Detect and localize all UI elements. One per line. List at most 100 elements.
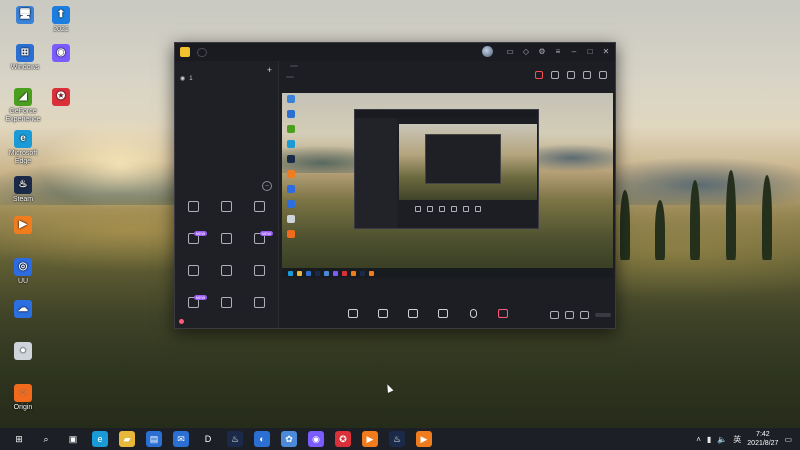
scene-item[interactable]: ◉ 1	[175, 67, 278, 83]
eye-icon[interactable]: ◉	[180, 75, 185, 82]
message-icon[interactable]: ▭	[505, 47, 515, 57]
left-panel: + ◉ 1 – NEW NEW NEW	[175, 61, 279, 328]
scene-label: 1	[189, 75, 193, 82]
edge-icon: e	[14, 130, 32, 148]
tools-grid: NEW NEW NEW	[177, 201, 277, 321]
desktop-icon-update[interactable]: ⬆ 2021	[38, 6, 84, 34]
app-logo	[180, 47, 193, 57]
tool-item[interactable]	[243, 297, 276, 321]
logo-icon	[180, 47, 190, 57]
tool-item[interactable]	[243, 201, 276, 225]
version-badge[interactable]	[197, 47, 207, 57]
tool-item[interactable]	[177, 265, 210, 289]
edit-title-button[interactable]	[290, 65, 298, 67]
app-icon-1[interactable]: ✿	[281, 431, 297, 447]
title-bar[interactable]: ▭ ◇ ⚙ ≡ – □ ✕	[175, 43, 615, 61]
clock[interactable]: 7:42 2021/8/27	[747, 430, 778, 448]
share-icon[interactable]	[599, 71, 607, 79]
stream-subinfo	[286, 76, 310, 78]
notice-icon	[179, 319, 184, 324]
desktop-icon-live-assistant[interactable]: ▶	[0, 216, 46, 236]
nested-preview-window	[354, 109, 539, 229]
clock-time: 7:42	[756, 431, 770, 438]
origin-icon: ◌	[14, 384, 32, 402]
stream-preview[interactable]	[282, 93, 613, 278]
desktop-icon-netease[interactable]: ✪	[38, 88, 84, 108]
live-assistant-window: ▭ ◇ ⚙ ≡ – □ ✕ + ◉ 1 – NEW NEW NEW	[174, 42, 616, 329]
file-explorer-icon[interactable]: ▰	[119, 431, 135, 447]
language-indicator[interactable]: 英	[733, 434, 741, 445]
tool-item[interactable]	[210, 201, 243, 225]
search-icon[interactable]: ⌕	[38, 431, 54, 447]
tool-item[interactable]: NEW	[177, 295, 210, 321]
tool-icon	[221, 297, 232, 308]
layout-icon[interactable]	[567, 71, 575, 79]
app-icon-2[interactable]: ◉	[308, 431, 324, 447]
netease-music-icon: ✪	[52, 88, 70, 106]
avatar[interactable]	[482, 46, 493, 57]
store-icon[interactable]: ▤	[146, 431, 162, 447]
lock-icon[interactable]	[551, 71, 559, 79]
network-icon[interactable]: ▮	[707, 435, 711, 444]
tool-icon	[221, 265, 232, 276]
desktop-icon-edge[interactable]: e Microsoft Edge	[0, 130, 46, 166]
clock-date: 2021/8/27	[747, 440, 779, 447]
tool-item[interactable]	[243, 265, 276, 289]
desktop-icon-app[interactable]: ◉	[38, 44, 84, 64]
desktop-icon-origin[interactable]: ◌ Origin	[0, 384, 46, 412]
tool-item[interactable]	[177, 201, 210, 225]
uu-icon: ◎	[14, 258, 32, 276]
volume-icon[interactable]: 🔈	[717, 435, 727, 444]
tool-item[interactable]: NEW	[243, 231, 276, 257]
dell-icon[interactable]: D	[200, 431, 216, 447]
tool-item[interactable]	[210, 297, 243, 321]
add-scene-icon[interactable]: +	[267, 65, 272, 75]
left-footer[interactable]	[179, 319, 187, 324]
mail-icon[interactable]: ✉	[173, 431, 189, 447]
tool-item[interactable]	[210, 265, 243, 289]
steam-icon-2[interactable]: ♨	[389, 431, 405, 447]
collapse-icon[interactable]: –	[262, 181, 272, 191]
computer-icon: 🖥	[16, 6, 34, 24]
task-view-icon[interactable]: ▣	[65, 431, 81, 447]
skin-icon[interactable]: ◇	[521, 47, 531, 57]
shield-icon[interactable]: ◐	[254, 431, 270, 447]
desktop-icon-game[interactable]: ●	[0, 342, 46, 362]
new-badge: NEW	[259, 231, 273, 236]
tool-icon	[221, 201, 232, 212]
edge-icon[interactable]: e	[92, 431, 108, 447]
desktop-icon-cloud[interactable]: ☁	[0, 300, 46, 320]
windows-start-icon[interactable]: ⊞	[11, 431, 27, 447]
minimize-icon[interactable]: –	[569, 47, 579, 57]
maximize-icon[interactable]: □	[585, 47, 595, 57]
steam-icon[interactable]: ♨	[227, 431, 243, 447]
bell-icon[interactable]	[583, 71, 591, 79]
desktop-icons: 🖥 ⬆ 2021 ⊞ Windows ◉ ◢ GeForce Experience ✪…	[0, 0, 80, 420]
close-icon[interactable]: ✕	[601, 47, 611, 57]
stream-heading	[286, 65, 298, 67]
live-assistant-icon[interactable]: ▶	[362, 431, 378, 447]
new-badge: NEW	[193, 295, 207, 300]
cloud-drive-icon: ☁	[14, 300, 32, 318]
chevron-up-icon[interactable]: ˄	[696, 435, 701, 444]
tool-icon	[188, 265, 199, 276]
update-icon: ⬆	[52, 6, 70, 24]
gift-icon[interactable]	[535, 71, 543, 79]
live-assistant-icon: ▶	[14, 216, 32, 234]
preview-taskbar	[282, 268, 613, 278]
live-assistant-icon-2[interactable]: ▶	[416, 431, 432, 447]
settings-icon[interactable]: ⚙	[537, 47, 547, 57]
preview-desktop-icons	[284, 95, 298, 245]
app-icon: ◉	[52, 44, 70, 62]
notification-icon[interactable]: ▭	[784, 435, 792, 444]
steam-icon: ♨	[14, 176, 32, 194]
desktop-icon-steam[interactable]: ♨ Steam	[0, 176, 46, 204]
desktop-icon-uu[interactable]: ◎ UU	[0, 258, 46, 286]
tool-icon	[254, 297, 265, 308]
tool-item[interactable]: NEW	[177, 231, 210, 257]
tool-item[interactable]	[210, 233, 243, 257]
menu-icon[interactable]: ≡	[553, 47, 563, 57]
netease-music-icon[interactable]: ✪	[335, 431, 351, 447]
category-pill[interactable]	[286, 76, 294, 78]
main-panel	[280, 61, 615, 328]
